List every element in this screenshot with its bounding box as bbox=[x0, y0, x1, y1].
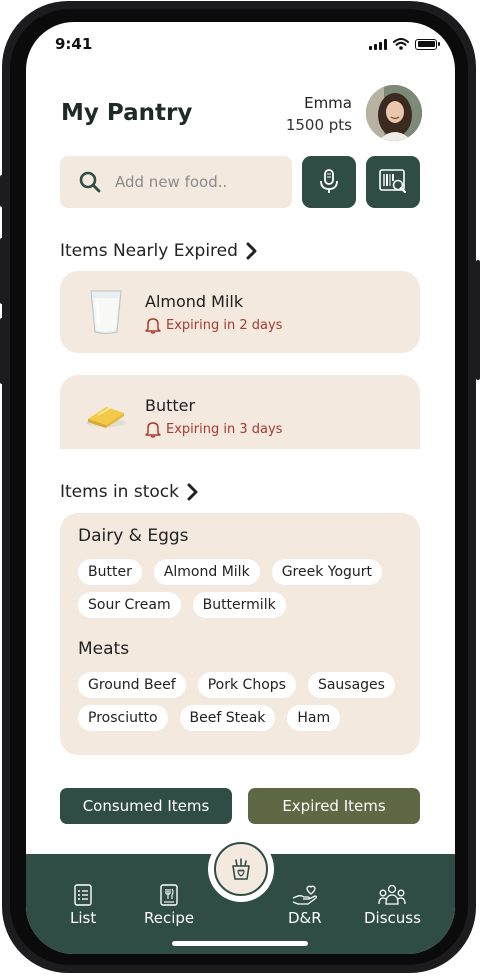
microphone-icon bbox=[320, 169, 338, 193]
status-icons bbox=[369, 38, 440, 50]
food-chip[interactable]: Sour Cream bbox=[78, 592, 181, 618]
search-input[interactable] bbox=[113, 172, 277, 192]
food-chip[interactable]: Ham bbox=[287, 705, 341, 731]
search-bar[interactable] bbox=[60, 156, 292, 208]
chip-row: Prosciutto Beef Steak Ham bbox=[78, 705, 341, 731]
user-points: 1500 pts bbox=[285, 116, 352, 134]
recipe-icon bbox=[160, 884, 178, 906]
battery-icon bbox=[415, 38, 440, 50]
avatar[interactable] bbox=[366, 85, 422, 141]
expiring-item-card[interactable]: Almond Milk Expiring in 2 days bbox=[60, 271, 420, 353]
chip-row: Ground Beef Pork Chops Sausages bbox=[78, 672, 395, 698]
side-button-volume-down bbox=[0, 318, 4, 384]
tab-recipe-label: Recipe bbox=[144, 909, 195, 927]
chip-row: Sour Cream Buttermilk bbox=[78, 592, 286, 618]
category-title: Dairy & Eggs bbox=[78, 526, 189, 546]
tab-recipe[interactable]: Recipe bbox=[144, 884, 194, 927]
tab-discuss[interactable]: Discuss bbox=[364, 884, 421, 927]
butter-image bbox=[84, 399, 128, 433]
tab-dr-label: D&R bbox=[288, 909, 322, 927]
tab-list[interactable]: List bbox=[70, 884, 96, 927]
expiring-item-status: Expiring in 2 days bbox=[145, 317, 282, 334]
in-stock-card: Dairy & Eggs Butter Almond Milk Greek Yo… bbox=[60, 513, 420, 755]
tab-list-label: List bbox=[70, 909, 97, 927]
expired-items-button[interactable]: Expired Items bbox=[248, 788, 420, 824]
expiring-item-status-text: Expiring in 2 days bbox=[166, 318, 283, 333]
expiring-item-status-text: Expiring in 3 days bbox=[166, 422, 283, 437]
chip-row: Butter Almond Milk Greek Yogurt bbox=[78, 559, 383, 585]
food-chip[interactable]: Prosciutto bbox=[78, 705, 168, 731]
tab-donate-recycle[interactable]: D&R bbox=[288, 884, 322, 927]
food-chip[interactable]: Sausages bbox=[307, 672, 395, 698]
side-button-power bbox=[476, 260, 480, 380]
pantry-icon bbox=[232, 858, 250, 880]
user-name: Emma bbox=[304, 94, 352, 112]
screen: 9:41 My Pantry Emma 1500 pts Add new foo… bbox=[26, 22, 455, 954]
pantry-home-button-inner bbox=[214, 842, 268, 896]
expiring-item-card[interactable]: Butter Expiring in 3 days bbox=[60, 375, 420, 449]
page-title: My Pantry bbox=[61, 100, 193, 126]
donate-icon bbox=[292, 885, 317, 905]
milk-glass-image bbox=[88, 289, 124, 339]
consumed-items-button[interactable]: Consumed Items bbox=[60, 788, 232, 824]
expiring-item-status: Expiring in 3 days bbox=[145, 421, 282, 438]
food-chip[interactable]: Ground Beef bbox=[78, 672, 186, 698]
status-time: 9:41 bbox=[55, 35, 93, 53]
search-icon bbox=[79, 171, 101, 193]
food-chip[interactable]: Buttermilk bbox=[192, 592, 286, 618]
food-chip[interactable]: Pork Chops bbox=[197, 672, 296, 698]
nearly-expired-link[interactable]: Items Nearly Expired bbox=[60, 241, 258, 261]
side-button-volume-up bbox=[0, 238, 4, 304]
food-chip[interactable]: Greek Yogurt bbox=[271, 559, 383, 585]
pantry-home-button[interactable] bbox=[208, 836, 274, 902]
discuss-icon bbox=[378, 884, 407, 905]
tab-discuss-label: Discuss bbox=[364, 909, 421, 927]
side-button-action bbox=[0, 175, 4, 207]
in-stock-title: Items in stock bbox=[60, 482, 179, 502]
barcode-scan-button[interactable] bbox=[366, 156, 420, 208]
bell-icon bbox=[145, 422, 161, 438]
food-chip[interactable]: Beef Steak bbox=[179, 705, 276, 731]
bell-icon bbox=[145, 318, 161, 334]
list-icon bbox=[74, 884, 92, 906]
wifi-icon bbox=[393, 38, 409, 50]
food-chip[interactable]: Butter bbox=[78, 559, 142, 585]
signal-icon bbox=[369, 38, 387, 50]
barcode-scan-icon bbox=[379, 169, 406, 193]
in-stock-link[interactable]: Items in stock bbox=[60, 482, 199, 502]
voice-input-button[interactable] bbox=[302, 156, 356, 208]
food-chip[interactable]: Almond Milk bbox=[153, 559, 260, 585]
category-title: Meats bbox=[78, 639, 130, 659]
nearly-expired-title: Items Nearly Expired bbox=[60, 241, 238, 261]
expiring-item-name: Butter bbox=[145, 396, 196, 415]
chevron-right-icon bbox=[246, 242, 257, 260]
chevron-right-icon bbox=[187, 483, 198, 501]
home-indicator[interactable] bbox=[172, 941, 308, 946]
expiring-item-name: Almond Milk bbox=[145, 292, 244, 311]
